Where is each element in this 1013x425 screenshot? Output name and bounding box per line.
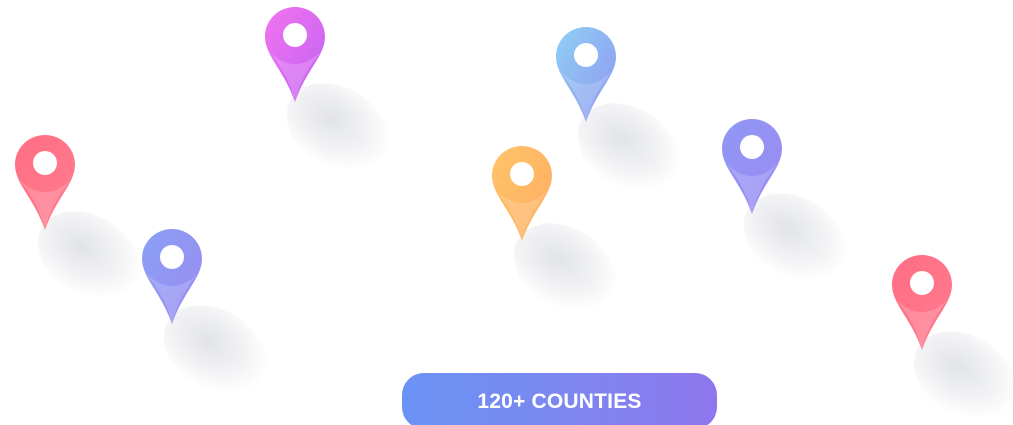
map-pins-illustration: 120+ COUNTIES — [0, 0, 1013, 425]
location-pin-blue-left-icon — [142, 229, 202, 324]
counties-count-label: 120+ COUNTIES — [477, 390, 642, 413]
location-pin-orange-icon — [492, 146, 552, 241]
location-pin-red-right-icon — [892, 255, 952, 350]
location-pin-magenta — [264, 6, 326, 103]
location-pin-blueviolet-right — [721, 118, 783, 215]
location-pin-red-right — [891, 254, 953, 351]
location-pin-skyblue — [555, 26, 617, 123]
location-pin-skyblue-icon — [556, 27, 616, 122]
location-pin-blue-left — [141, 228, 203, 325]
location-pin-orange — [491, 145, 553, 242]
location-pin-magenta-icon — [265, 7, 325, 102]
counties-count-badge: 120+ COUNTIES — [402, 373, 717, 425]
location-pin-red-left-icon — [15, 135, 75, 230]
location-pin-blueviolet-right-icon — [722, 119, 782, 214]
location-pin-red-left — [14, 134, 76, 231]
